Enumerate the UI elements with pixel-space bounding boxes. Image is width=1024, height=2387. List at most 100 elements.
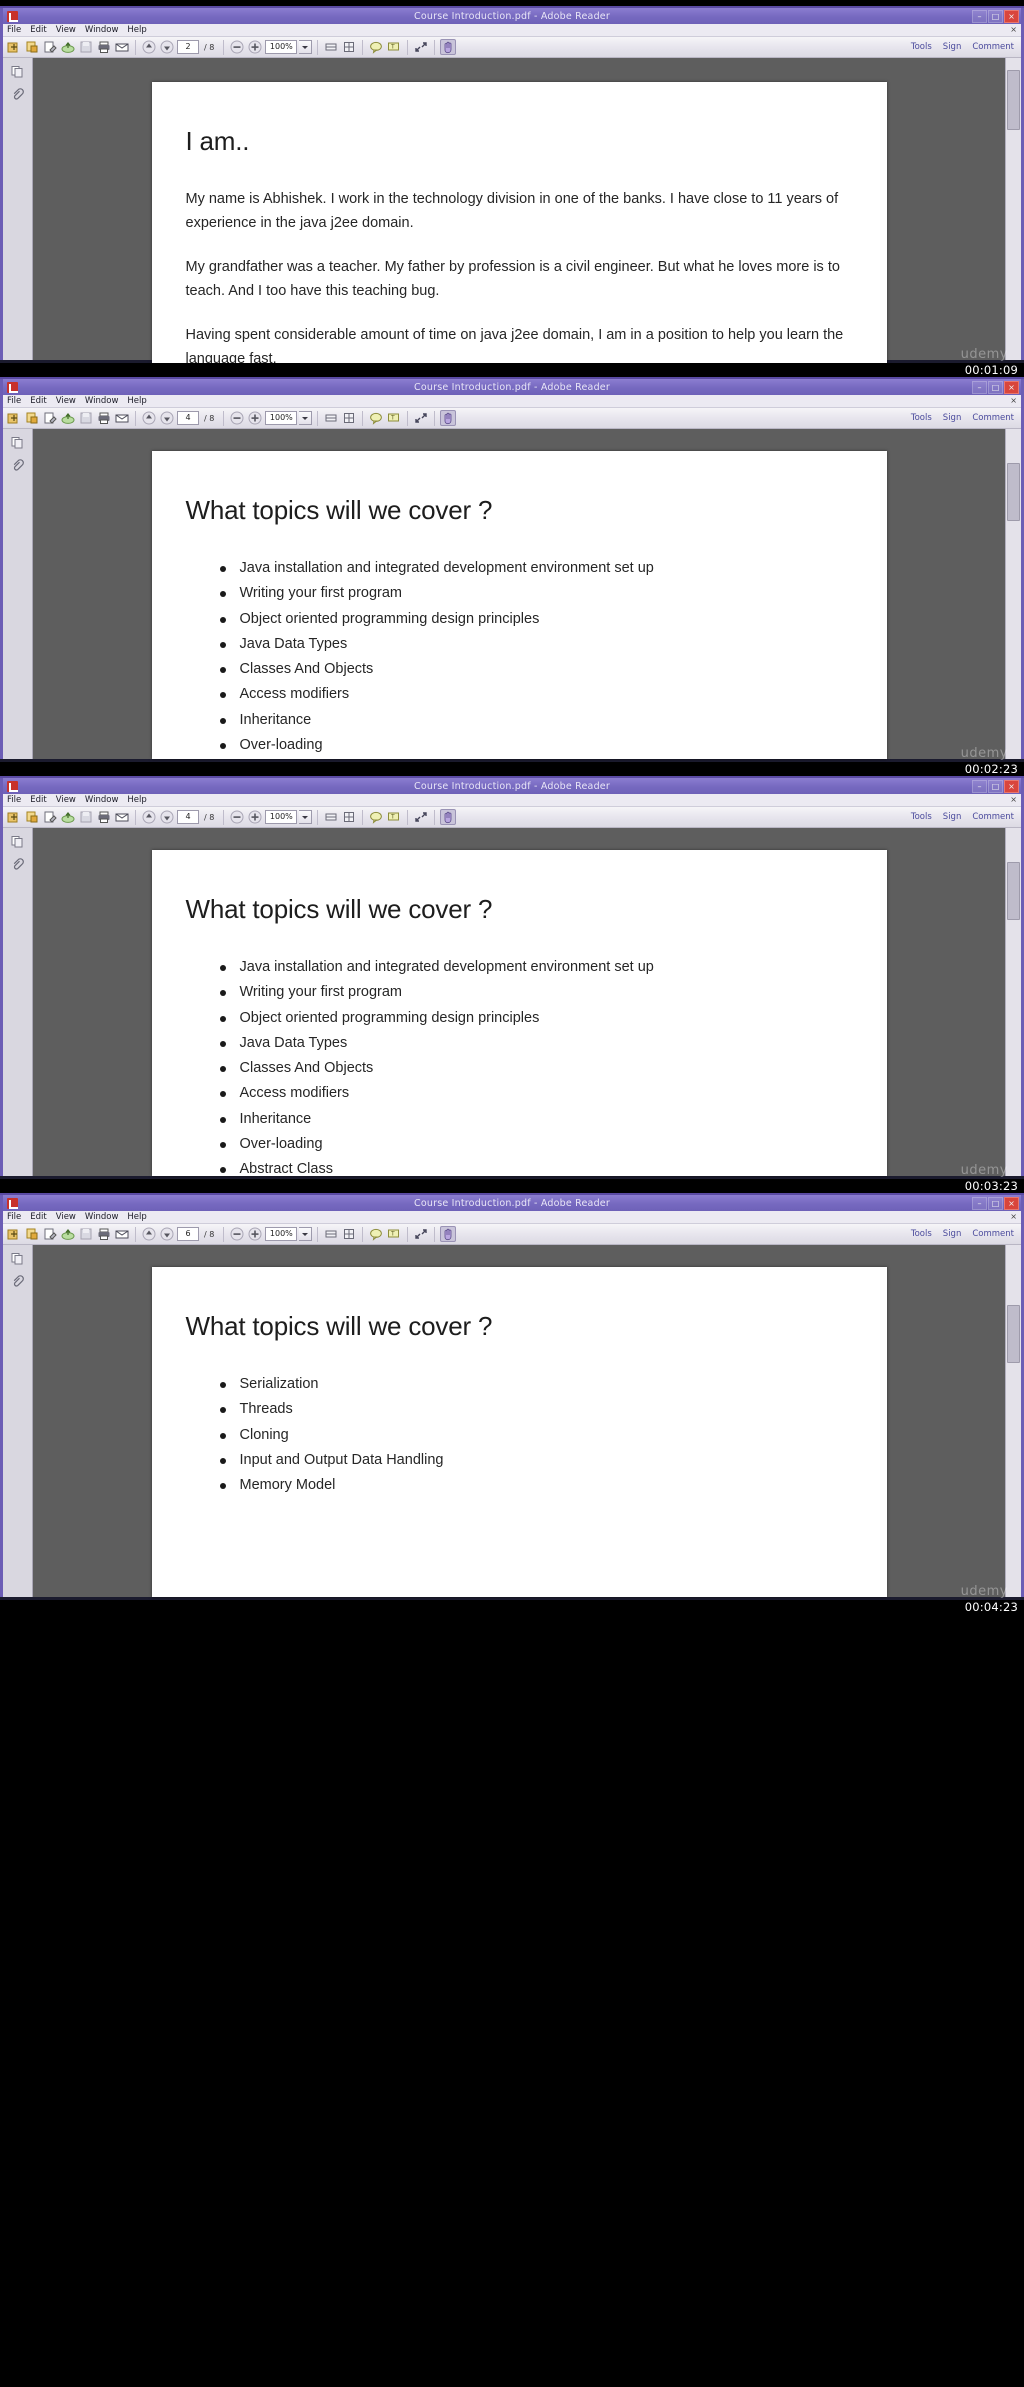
menu-bar[interactable]: File Edit View Window Help × [3,395,1021,408]
navigation-pane[interactable] [3,429,33,759]
zoom-out-icon[interactable] [229,39,245,55]
attachments-icon[interactable] [11,87,25,101]
print-icon[interactable] [96,809,112,825]
fit-page-icon[interactable] [341,1226,357,1242]
email-icon[interactable] [114,1226,130,1242]
toolbar-right-actions[interactable]: Tools Sign Comment [911,812,1018,822]
zoom-dropdown-icon[interactable] [299,810,313,824]
page-thumbnails-icon[interactable] [11,834,25,848]
cloud-upload-icon[interactable] [60,1226,76,1242]
menu-item-help[interactable]: Help [127,396,146,406]
vertical-scrollbar[interactable] [1005,1245,1021,1597]
scrollbar-thumb[interactable] [1007,70,1020,130]
fit-page-icon[interactable] [341,410,357,426]
zoom-level-input[interactable]: 100% [265,810,298,824]
window-controls[interactable]: – □ × [972,9,1019,23]
zoom-in-icon[interactable] [247,809,263,825]
zoom-out-icon[interactable] [229,809,245,825]
page-number-input[interactable]: 4 [177,810,199,824]
toolbar-right-actions[interactable]: Tools Sign Comment [911,1229,1018,1239]
previous-page-icon[interactable] [141,809,157,825]
tools-button[interactable]: Tools [911,42,932,52]
sign-button[interactable]: Sign [943,413,962,423]
sticky-note-icon[interactable] [368,809,384,825]
scrollbar-thumb[interactable] [1007,862,1020,920]
reader-toolbar[interactable]: 4 / 8 100% T Tools Sign Comment [3,408,1021,429]
text-comment-icon[interactable]: T [386,809,402,825]
page-number-input[interactable]: 6 [177,1227,199,1241]
menu-item-window[interactable]: Window [85,396,119,406]
print-icon[interactable] [96,410,112,426]
sign-button[interactable]: Sign [943,42,962,52]
zoom-in-icon[interactable] [247,1226,263,1242]
close-button[interactable]: × [1004,9,1019,23]
tools-button[interactable]: Tools [911,413,932,423]
window-controls[interactable]: – □ × [972,779,1019,793]
reader-toolbar[interactable]: 6 / 8 100% T Tools Sign Comment [3,1224,1021,1245]
next-page-icon[interactable] [159,410,175,426]
navigation-pane[interactable] [3,828,33,1176]
menu-item-window[interactable]: Window [85,795,119,805]
sign-button[interactable]: Sign [943,812,962,822]
menu-item-edit[interactable]: Edit [30,25,46,35]
menu-item-file[interactable]: File [7,25,21,35]
expand-view-icon[interactable] [413,809,429,825]
previous-page-icon[interactable] [141,1226,157,1242]
create-pdf-icon[interactable] [24,1226,40,1242]
window-titlebar[interactable]: Course Introduction.pdf - Adobe Reader –… [3,379,1021,395]
menu-item-window[interactable]: Window [85,1212,119,1222]
menu-item-edit[interactable]: Edit [30,396,46,406]
minimize-button[interactable]: – [972,1196,987,1210]
sign-button[interactable]: Sign [943,1229,962,1239]
zoom-dropdown-icon[interactable] [299,1227,313,1241]
zoom-level-input[interactable]: 100% [265,40,298,54]
edit-pdf-icon[interactable] [42,39,58,55]
document-close-icon[interactable]: × [1010,1212,1017,1221]
hand-tool-icon[interactable] [440,809,457,825]
scrollbar-thumb[interactable] [1007,1305,1020,1363]
hand-tool-icon[interactable] [440,410,457,426]
vertical-scrollbar[interactable] [1005,828,1021,1176]
next-page-icon[interactable] [159,1226,175,1242]
window-controls[interactable]: – □ × [972,380,1019,394]
hand-tool-icon[interactable] [440,39,457,55]
comment-button[interactable]: Comment [972,1229,1014,1239]
hand-tool-icon[interactable] [440,1226,457,1242]
menu-item-file[interactable]: File [7,396,21,406]
zoom-in-icon[interactable] [247,410,263,426]
zoom-dropdown-icon[interactable] [299,411,313,425]
create-pdf-icon[interactable] [24,39,40,55]
attachments-icon[interactable] [11,857,25,871]
comment-button[interactable]: Comment [972,413,1014,423]
minimize-button[interactable]: – [972,779,987,793]
zoom-dropdown-icon[interactable] [299,40,313,54]
cloud-upload-icon[interactable] [60,39,76,55]
expand-view-icon[interactable] [413,39,429,55]
cloud-upload-icon[interactable] [60,809,76,825]
comment-button[interactable]: Comment [972,812,1014,822]
fit-page-width-icon[interactable] [323,809,339,825]
previous-page-icon[interactable] [141,410,157,426]
open-file-icon[interactable] [6,809,22,825]
menu-bar[interactable]: File Edit View Window Help × [3,794,1021,807]
email-icon[interactable] [114,410,130,426]
close-button[interactable]: × [1004,1196,1019,1210]
page-number-input[interactable]: 4 [177,411,199,425]
zoom-level-input[interactable]: 100% [265,1227,298,1241]
email-icon[interactable] [114,39,130,55]
menu-bar[interactable]: File Edit View Window Help × [3,1211,1021,1224]
open-file-icon[interactable] [6,410,22,426]
text-comment-icon[interactable]: T [386,1226,402,1242]
print-icon[interactable] [96,39,112,55]
previous-page-icon[interactable] [141,39,157,55]
menu-item-edit[interactable]: Edit [30,1212,46,1222]
vertical-scrollbar[interactable] [1005,58,1021,360]
close-button[interactable]: × [1004,779,1019,793]
menu-item-view[interactable]: View [56,1212,76,1222]
minimize-button[interactable]: – [972,9,987,23]
window-titlebar[interactable]: Course Introduction.pdf - Adobe Reader –… [3,778,1021,794]
maximize-button[interactable]: □ [988,779,1003,793]
menu-item-view[interactable]: View [56,795,76,805]
menu-bar[interactable]: File Edit View Window Help × [3,24,1021,37]
attachments-icon[interactable] [11,1274,25,1288]
